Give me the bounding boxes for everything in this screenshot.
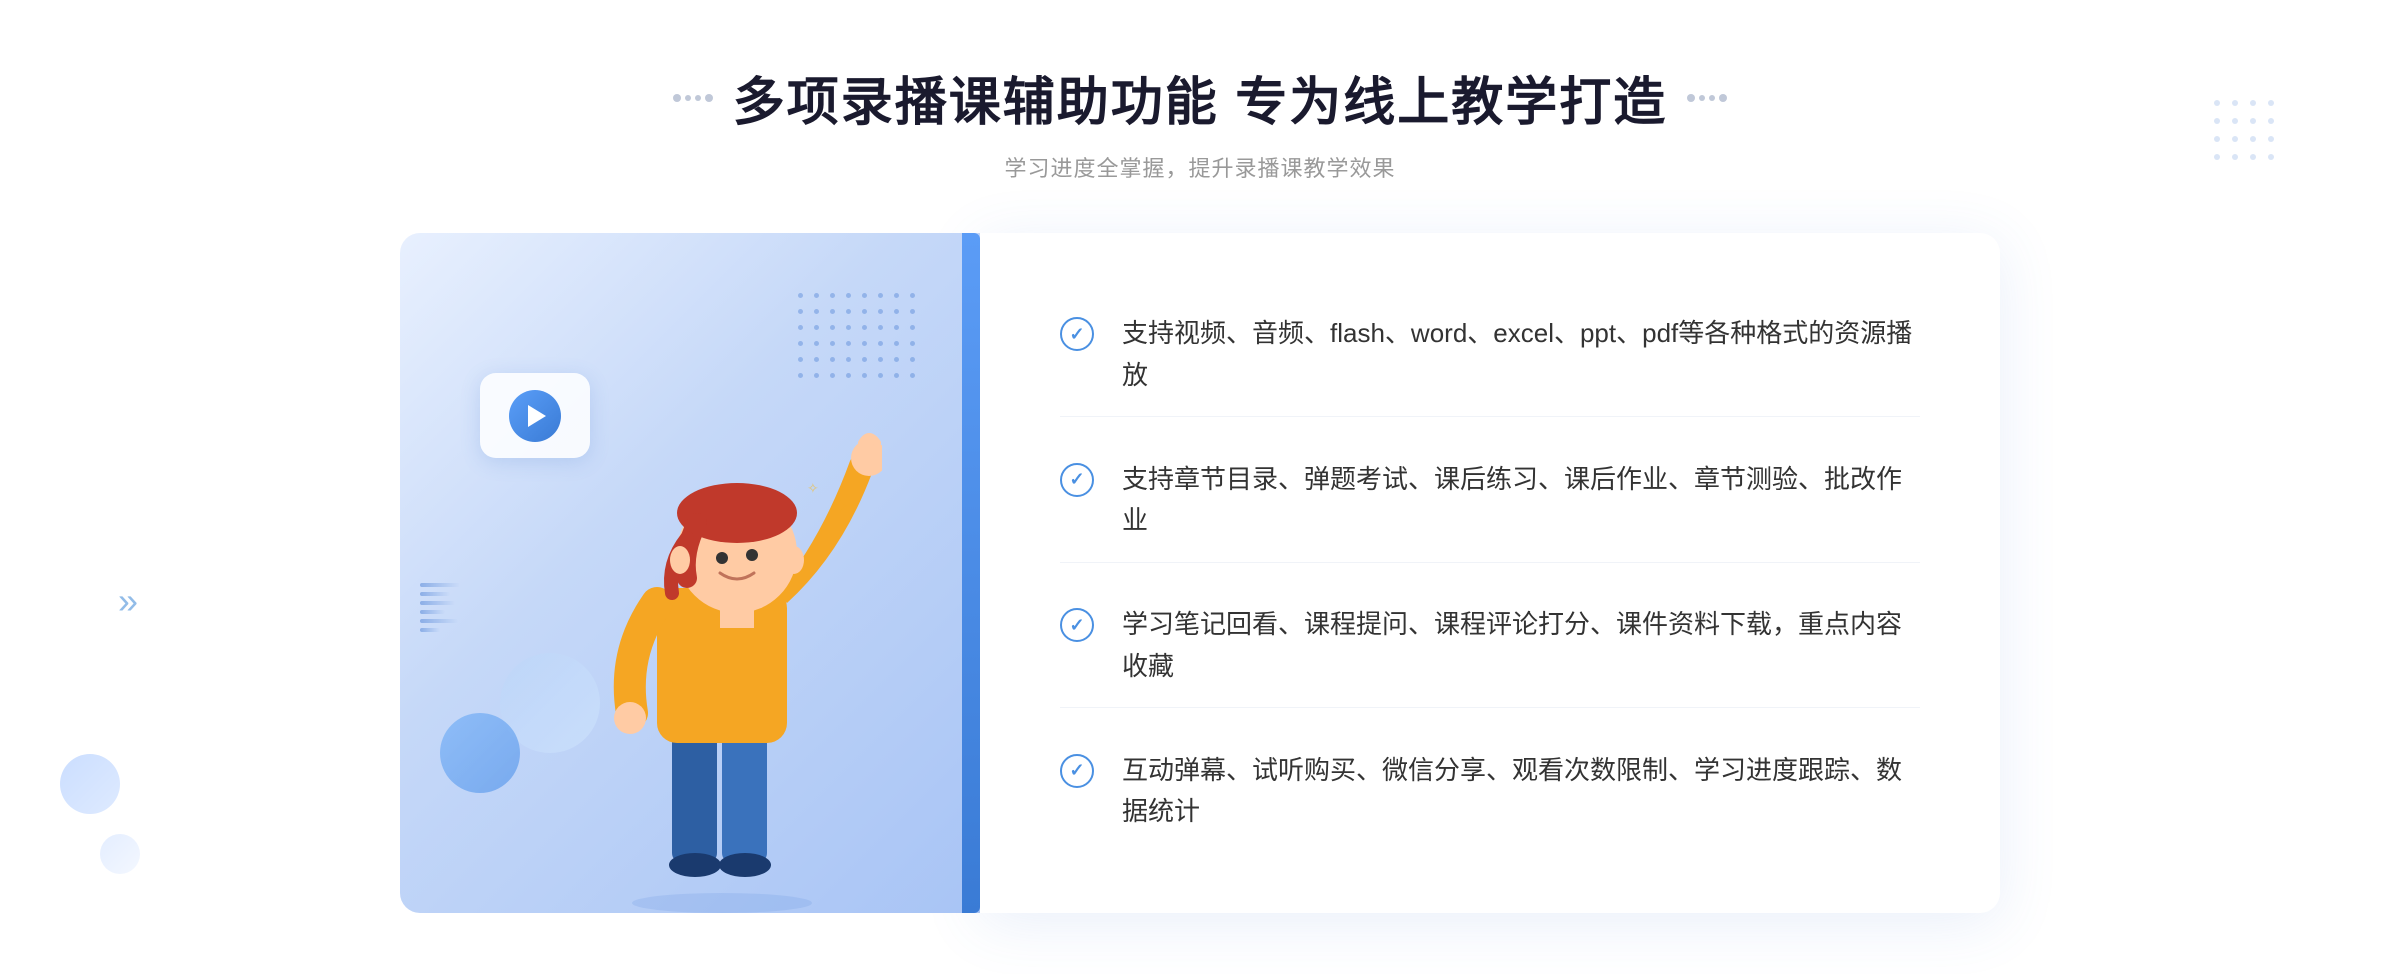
check-icon-4: ✓	[1060, 754, 1094, 788]
feature-text-2: 支持章节目录、弹题考试、课后练习、课后作业、章节测验、批改作业	[1122, 459, 1920, 542]
page-wrapper: » 多项录播课辅助功能 专为线上教学打造 学习进度全掌握，提升录播课教学效果	[0, 0, 2400, 974]
blue-vertical-bar	[962, 233, 980, 913]
play-icon	[509, 390, 561, 442]
left-illustration-panel: ✦ ✧	[400, 233, 980, 913]
deco-dot	[1709, 95, 1715, 101]
header-section: 多项录播课辅助功能 专为线上教学打造 学习进度全掌握，提升录播课教学效果	[673, 60, 1727, 183]
panel-dots-decoration	[798, 293, 920, 383]
person-illustration: ✦ ✧	[562, 393, 882, 913]
check-circle: ✓	[1060, 754, 1094, 788]
stripe-decoration	[420, 583, 460, 663]
deco-dots-left	[673, 94, 713, 102]
check-circle: ✓	[1060, 463, 1094, 497]
chevron-left-decoration: »	[118, 580, 138, 622]
sub-title: 学习进度全掌握，提升录播课教学效果	[673, 151, 1727, 183]
play-triangle	[528, 405, 546, 427]
deco-dot	[1699, 95, 1705, 101]
feature-item-1: ✓ 支持视频、音频、flash、word、excel、ppt、pdf等各种格式的…	[1060, 293, 1920, 417]
main-title: 多项录播课辅助功能 专为线上教学打造	[733, 60, 1667, 135]
right-deco-dots	[2214, 100, 2280, 166]
deco-dot	[1719, 94, 1727, 102]
feature-text-3: 学习笔记回看、课程提问、课程评论打分、课件资料下载，重点内容收藏	[1122, 604, 1920, 687]
header-decoration: 多项录播课辅助功能 专为线上教学打造	[673, 60, 1727, 135]
feature-item-4: ✓ 互动弹幕、试听购买、微信分享、观看次数限制、学习进度跟踪、数据统计	[1060, 730, 1920, 853]
check-circle: ✓	[1060, 608, 1094, 642]
deco-dot	[1687, 94, 1695, 102]
feature-text-1: 支持视频、音频、flash、word、excel、ppt、pdf等各种格式的资源…	[1122, 313, 1920, 396]
check-icon-1: ✓	[1060, 317, 1094, 351]
svg-text:✧: ✧	[807, 480, 819, 496]
circle-blue-decoration	[440, 713, 520, 793]
checkmark: ✓	[1069, 325, 1084, 343]
feature-text-4: 互动弹幕、试听购买、微信分享、观看次数限制、学习进度跟踪、数据统计	[1122, 750, 1920, 833]
feature-item-2: ✓ 支持章节目录、弹题考试、课后练习、课后作业、章节测验、批改作业	[1060, 439, 1920, 563]
checkmark: ✓	[1069, 470, 1084, 488]
deco-circle-1	[60, 754, 120, 814]
deco-dots-right	[1687, 94, 1727, 102]
check-icon-3: ✓	[1060, 608, 1094, 642]
checkmark: ✓	[1069, 761, 1084, 779]
deco-dot	[695, 95, 701, 101]
content-area: ✦ ✧ ✓ 支持视频、音频、flash、word、excel、ppt、pdf等各…	[400, 233, 2000, 913]
deco-dot	[705, 94, 713, 102]
checkmark: ✓	[1069, 616, 1084, 634]
deco-dot	[673, 94, 681, 102]
features-panel: ✓ 支持视频、音频、flash、word、excel、ppt、pdf等各种格式的…	[980, 233, 2000, 913]
check-icon-2: ✓	[1060, 463, 1094, 497]
feature-item-3: ✓ 学习笔记回看、课程提问、课程评论打分、课件资料下载，重点内容收藏	[1060, 584, 1920, 708]
deco-circle-2	[100, 834, 140, 874]
svg-text:✦: ✦	[832, 496, 849, 518]
deco-dot	[685, 95, 691, 101]
check-circle: ✓	[1060, 317, 1094, 351]
